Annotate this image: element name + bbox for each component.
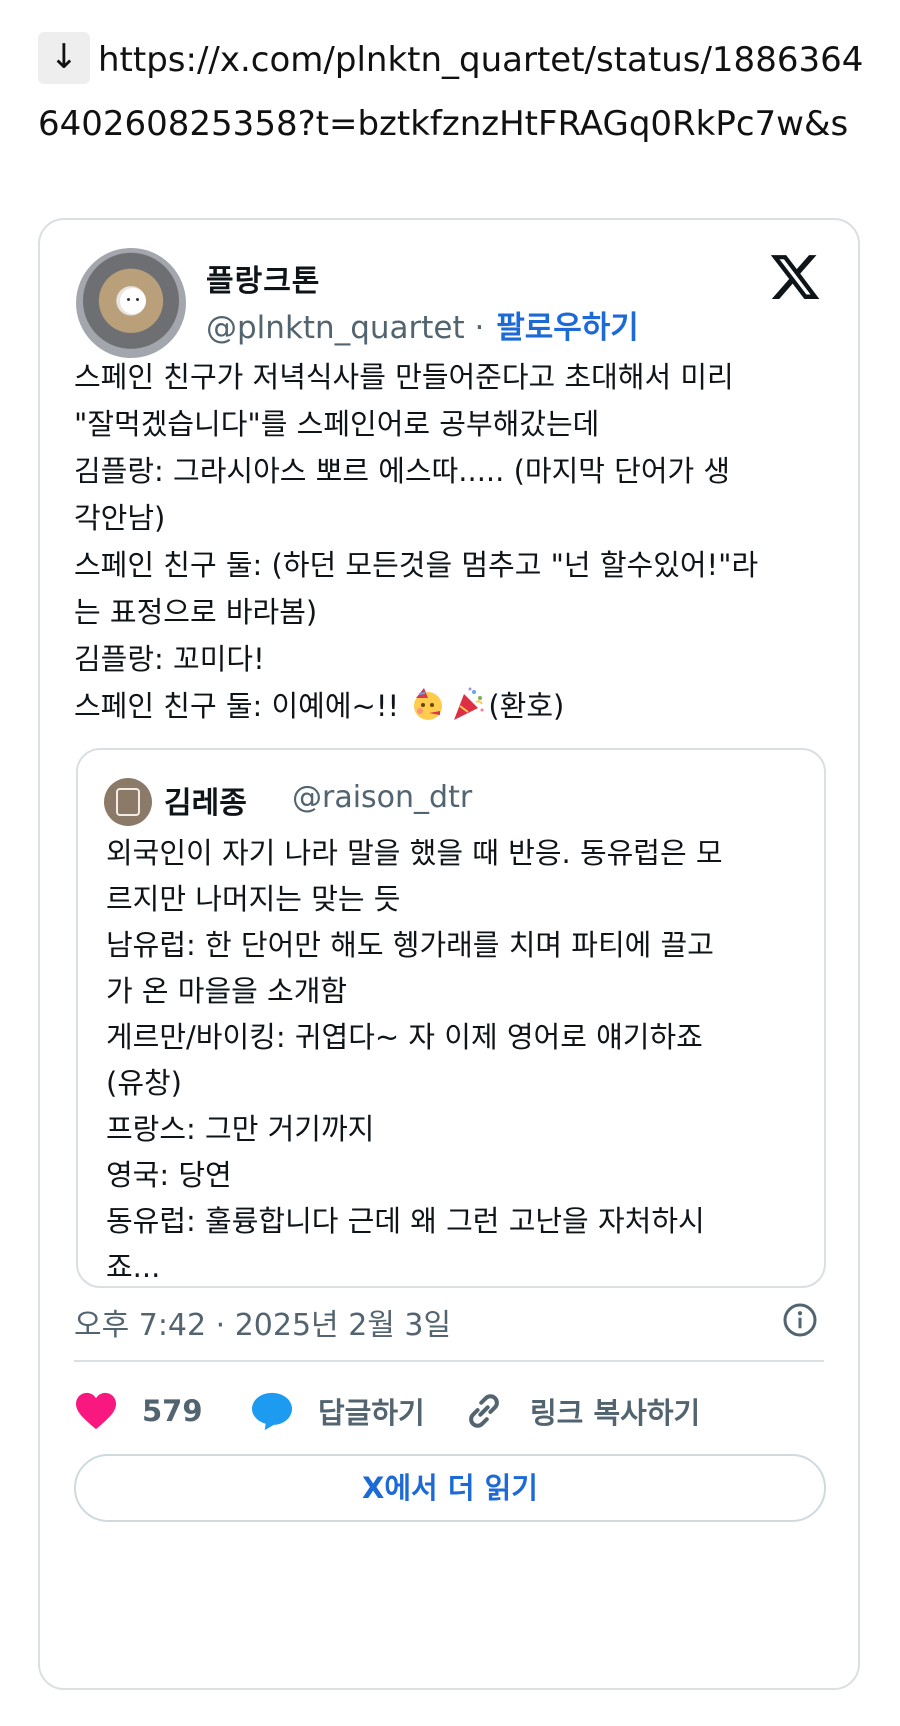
shared-url[interactable]: ↓ https://x.com/plnktn_quartet/status/188… — [38, 28, 873, 156]
url-text[interactable]: https://x.com/plnktn_quartet/status/1886… — [38, 40, 863, 144]
separator: · — [464, 310, 495, 346]
download-arrow-icon: ↓ — [38, 32, 90, 84]
author-handle-row: @plnktn_quartet · 팔로우하기 — [206, 302, 639, 347]
quote-line: 남유럽: 한 단어만 해도 헹가래를 치며 파티에 끌고 — [106, 928, 714, 962]
quote-author-handle[interactable]: @raison_dtr — [292, 780, 472, 815]
tweet-line: 스페인 친구가 저녁식사를 만들어준다고 초대해서 미리 — [74, 360, 734, 394]
action-bar: 579 답글하기 링크 복사하기 — [74, 1378, 834, 1444]
link-icon — [469, 1394, 499, 1428]
reply-button[interactable]: 답글하기 — [250, 1378, 425, 1444]
x-logo-icon[interactable] — [768, 250, 822, 304]
author-handle[interactable]: @plnktn_quartet — [206, 310, 465, 346]
tweet-line: 는 표정으로 바라봄) — [74, 595, 318, 629]
copy-link-button[interactable]: 링크 복사하기 — [462, 1378, 700, 1444]
tweet-line-suffix: (환호) — [488, 689, 565, 723]
tweet-line: 각안남) — [74, 501, 166, 535]
copy-link-label: 링크 복사하기 — [530, 1396, 701, 1430]
quote-author-name[interactable]: 김레종 — [164, 778, 247, 822]
follow-button[interactable]: 팔로우하기 — [496, 310, 639, 346]
tweet-line: "잘먹겠습니다"를 스페인어로 공부해갔는데 — [74, 407, 600, 441]
like-button[interactable]: 579 — [74, 1378, 203, 1444]
quote-line: (유창) — [106, 1066, 182, 1100]
heart-icon — [76, 1392, 116, 1430]
quote-line: 죠... — [106, 1250, 161, 1284]
quote-line: 가 온 마을을 소개함 — [106, 974, 348, 1008]
author-avatar[interactable] — [76, 248, 186, 358]
info-icon[interactable] — [782, 1302, 818, 1338]
author-name[interactable]: 플랑크톤 — [206, 256, 320, 300]
quote-line: 르지만 나머지는 맞는 듯 — [106, 882, 401, 916]
tweet-text: 스페인 친구가 저녁식사를 만들어준다고 초대해서 미리 "잘먹겠습니다"를 스… — [74, 354, 834, 730]
quote-line: 외국인이 자기 나라 말을 했을 때 반응. 동유럽은 모 — [106, 836, 723, 870]
reply-bubble-icon — [252, 1392, 292, 1431]
like-count: 579 — [142, 1394, 203, 1428]
quote-author-avatar[interactable] — [104, 778, 152, 826]
reply-label: 답글하기 — [318, 1396, 425, 1430]
tweet-line: 김플랑: 꼬미다! — [74, 642, 265, 676]
tweet-line-last: 스페인 친구 둘: 이예에~!! (환호) — [74, 683, 834, 730]
quote-text: 외국인이 자기 나라 말을 했을 때 반응. 동유럽은 모 르지만 나머지는 맞… — [106, 830, 806, 1290]
quote-line: 프랑스: 그만 거기까지 — [106, 1112, 375, 1146]
quoted-tweet[interactable]: 김레종 @raison_dtr 외국인이 자기 나라 말을 했을 때 반응. 동… — [76, 748, 826, 1288]
tweet-line: 김플랑: 그라시아스 뽀르 에스따..... (마지막 단어가 생 — [74, 454, 731, 488]
divider — [74, 1360, 824, 1362]
party-popper-icon — [454, 687, 484, 720]
quote-line: 동유럽: 훌륭합니다 근데 왜 그런 고난을 자처하시 — [106, 1204, 705, 1238]
tweet-card: 플랑크톤 @plnktn_quartet · 팔로우하기 스페인 친구가 저녁식… — [38, 218, 860, 1690]
tweet-line-prefix: 스페인 친구 둘: 이예에~!! — [74, 689, 409, 723]
quote-line: 영국: 당연 — [106, 1158, 232, 1192]
read-more-button[interactable]: X에서 더 읽기 — [74, 1454, 826, 1522]
quote-line: 게르만/바이킹: 귀엽다~ 자 이제 영어로 얘기하죠 — [106, 1020, 703, 1054]
tweet-line: 스페인 친구 둘: (하던 모든것을 멈추고 "넌 할수있어!"라 — [74, 548, 759, 582]
partying-face-icon — [414, 688, 443, 720]
tweet-timestamp[interactable]: 오후 7:42 · 2025년 2월 3일 — [74, 1300, 451, 1344]
